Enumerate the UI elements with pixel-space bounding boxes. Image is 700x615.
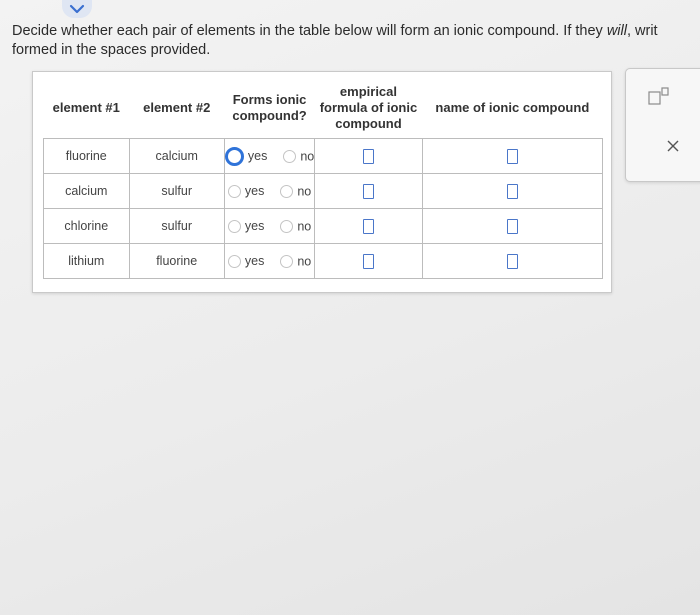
formula-cell <box>314 243 423 279</box>
formula-input[interactable] <box>362 253 374 269</box>
element2-cell: sulfur <box>128 208 225 244</box>
name-cell <box>421 208 604 244</box>
yes-label[interactable]: yes <box>248 149 267 163</box>
header-element2: element #2 <box>143 100 211 115</box>
element1-cell: chlorine <box>43 208 130 244</box>
no-label[interactable]: no <box>300 149 314 163</box>
header-element1: element #1 <box>52 100 120 115</box>
question-line1-emphasis: will <box>606 23 627 39</box>
question-line1-start: Decide whether each pair of elements in … <box>12 23 607 39</box>
answer-table: element #1 element #2 Forms ionic compou… <box>43 78 604 279</box>
page: Decide whether each pair of elements in … <box>0 0 700 615</box>
table-header-row: element #1 element #2 Forms ionic compou… <box>44 78 603 139</box>
no-radio[interactable] <box>280 184 294 198</box>
yes-label[interactable]: yes <box>245 254 264 268</box>
forms-ionic-cell: yes no <box>223 208 316 244</box>
no-label[interactable]: no <box>297 254 311 268</box>
chevron-down-icon <box>69 4 85 14</box>
name-cell <box>421 243 604 279</box>
yes-label[interactable]: yes <box>245 219 264 233</box>
header-formula: empirical formula of ionic compound <box>319 84 418 131</box>
forms-ionic-cell: yes no <box>223 138 316 174</box>
no-radio[interactable] <box>280 219 294 233</box>
close-icon[interactable] <box>666 139 680 153</box>
name-input[interactable] <box>506 218 518 234</box>
formula-input[interactable] <box>362 218 374 234</box>
element2-cell: calcium <box>128 138 225 174</box>
table-row: lithium fluorine yes no <box>43 243 604 279</box>
yes-radio[interactable] <box>227 184 241 198</box>
table-row: fluorine calcium yes no <box>43 138 604 174</box>
yes-radio[interactable] <box>224 146 244 166</box>
table-row: calcium sulfur yes no <box>43 173 604 209</box>
formula-cell <box>314 173 423 209</box>
formula-cell <box>314 208 423 244</box>
forms-ionic-cell: yes no <box>223 173 316 209</box>
yes-radio[interactable] <box>227 219 241 233</box>
tool-panel <box>625 68 700 182</box>
no-label[interactable]: no <box>297 219 311 233</box>
name-cell <box>421 138 604 174</box>
element1-cell: fluorine <box>43 138 130 174</box>
header-forms-ionic: Forms ionic compound? <box>232 92 307 123</box>
element2-cell: fluorine <box>128 243 225 279</box>
name-input[interactable] <box>506 183 518 199</box>
yes-label[interactable]: yes <box>245 184 264 198</box>
formula-cell <box>314 138 423 174</box>
collapse-tab[interactable] <box>62 0 92 18</box>
name-input[interactable] <box>506 253 518 269</box>
no-radio[interactable] <box>283 149 297 163</box>
forms-ionic-cell: yes no <box>223 243 316 279</box>
question-line1-end: , writ <box>626 23 658 39</box>
answer-table-card: element #1 element #2 Forms ionic compou… <box>32 71 612 293</box>
superscript-box-icon[interactable] <box>648 87 670 105</box>
formula-input[interactable] <box>362 148 374 164</box>
element1-cell: lithium <box>43 243 130 279</box>
element1-cell: calcium <box>43 173 130 209</box>
name-input[interactable] <box>506 148 518 164</box>
yes-radio[interactable] <box>227 254 241 268</box>
no-radio[interactable] <box>280 254 294 268</box>
name-cell <box>421 173 604 209</box>
table-row: chlorine sulfur yes no <box>43 208 604 244</box>
header-name: name of ionic compound <box>435 100 590 115</box>
question-text: Decide whether each pair of elements in … <box>12 22 700 60</box>
question-line2: formed in the spaces provided. <box>12 42 211 58</box>
element2-cell: sulfur <box>128 173 225 209</box>
formula-input[interactable] <box>362 183 374 199</box>
no-label[interactable]: no <box>297 184 311 198</box>
